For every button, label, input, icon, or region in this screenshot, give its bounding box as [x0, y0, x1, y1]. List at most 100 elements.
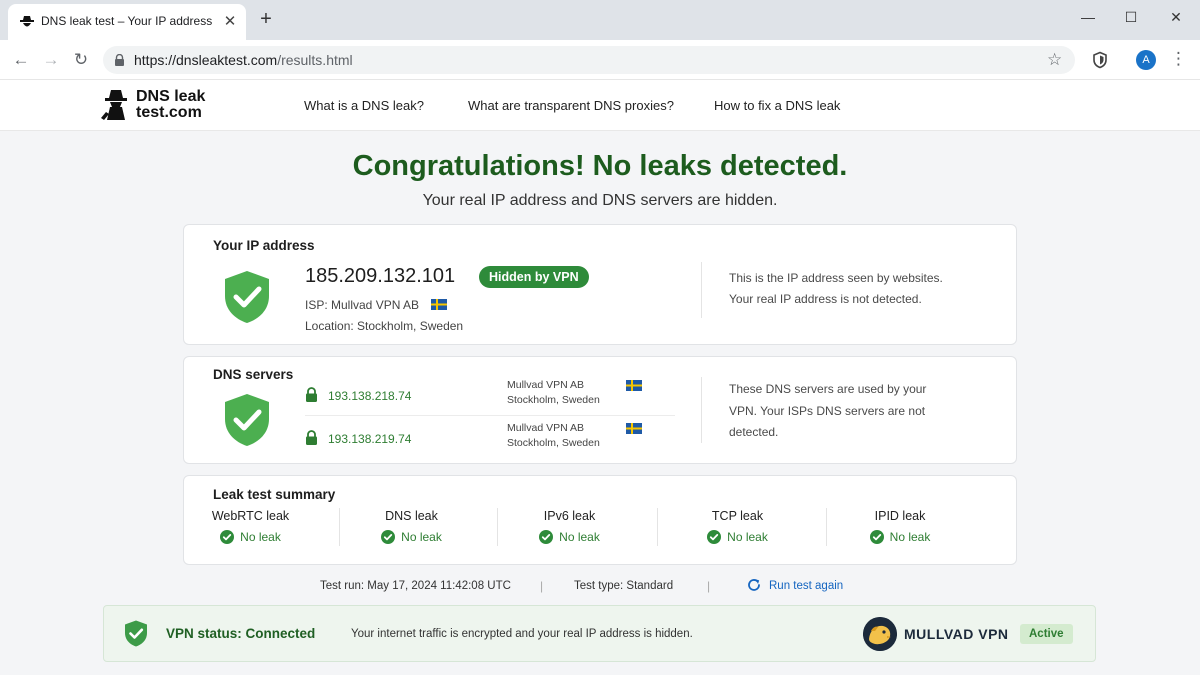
- nav-how-to-fix[interactable]: How to fix a DNS leak: [714, 98, 840, 113]
- leak-status-text: No leak: [889, 530, 931, 544]
- ip-address-value: 185.209.132.101: [305, 265, 456, 287]
- summary-card-title: Leak test summary: [213, 487, 336, 502]
- nav-what-is-dns-leak[interactable]: What is a DNS leak?: [304, 98, 424, 113]
- divider: [826, 508, 827, 546]
- main-content: Congratulations! No leaks detected. Your…: [0, 131, 1200, 675]
- leak-status-text: No leak: [240, 530, 281, 544]
- check-circle-icon: [381, 530, 396, 544]
- dns-card-note: These DNS servers are used by your VPN. …: [729, 379, 926, 444]
- test-run-timestamp: Test run: May 17, 2024 11:42:08 UTC: [320, 580, 511, 592]
- leak-item-webrtc: WebRTC leak No leak: [184, 509, 317, 553]
- tab-title: DNS leak test – Your IP address: [41, 14, 213, 28]
- lock-icon: [306, 387, 317, 402]
- leak-label: WebRTC leak: [211, 509, 290, 523]
- separator: |: [707, 579, 711, 593]
- check-circle-icon: [220, 530, 235, 544]
- leak-status: No leak: [839, 530, 961, 544]
- browser-tab[interactable]: DNS leak test – Your IP address ✕: [8, 4, 246, 40]
- shield-icon[interactable]: [1091, 51, 1109, 69]
- isp-text: ISP: Mullvad VPN AB: [305, 298, 420, 312]
- divider: [339, 508, 340, 546]
- window-close-icon[interactable]: ✕: [1160, 4, 1192, 30]
- leak-status-text: No leak: [727, 530, 768, 544]
- dns-server-ip: 193.138.219.74: [328, 432, 412, 446]
- leak-status-text: No leak: [559, 530, 600, 544]
- divider: [701, 377, 702, 443]
- divider: [305, 415, 675, 416]
- mullvad-brand-name: MULLVAD VPN: [904, 626, 1009, 642]
- dns-servers-card: DNS servers 193.138.218.74 Mullvad VPN A…: [183, 356, 1017, 464]
- kebab-menu-icon[interactable]: ⋮: [1170, 49, 1187, 69]
- run-test-again-link[interactable]: Run test again: [769, 580, 843, 592]
- leak-summary-card: Leak test summary WebRTC leak No leak DN…: [183, 475, 1017, 565]
- dns-org-city: Stockholm, Sweden: [507, 437, 600, 449]
- shield-check-icon: [225, 271, 269, 323]
- close-tab-icon[interactable]: ✕: [221, 13, 239, 31]
- mullvad-mole-logo-icon: [863, 617, 897, 651]
- address-bar[interactable]: https://dnsleaktest.com/results.html ☆: [103, 46, 1075, 74]
- dns-server-provider: Mullvad VPN AB Stockholm, Sweden: [507, 421, 600, 451]
- ip-address-card: Your IP address 185.209.132.101 Hidden b…: [183, 224, 1017, 345]
- back-icon[interactable]: ←: [9, 48, 33, 72]
- dns-org-name: Mullvad VPN AB: [507, 422, 585, 434]
- divider: [701, 262, 702, 318]
- vpn-active-badge: Active: [1020, 624, 1073, 644]
- leak-status: No leak: [507, 530, 632, 544]
- leak-item-dns: DNS leak No leak: [349, 509, 474, 553]
- location-text: Location: Stockholm, Sweden: [305, 319, 464, 333]
- dns-server-ip: 193.138.218.74: [328, 389, 412, 403]
- leak-item-ipv6: IPv6 leak No leak: [507, 509, 632, 553]
- forward-icon[interactable]: →: [39, 48, 63, 72]
- logo-line-2: test.com: [136, 104, 202, 121]
- sweden-flag-icon: [626, 380, 642, 391]
- spy-logo-icon[interactable]: [101, 88, 131, 120]
- star-icon[interactable]: ☆: [1047, 50, 1062, 70]
- sweden-flag-icon: [431, 299, 448, 310]
- logo-line-1: DNS leak: [136, 88, 206, 105]
- nav-transparent-dns-proxies[interactable]: What are transparent DNS proxies?: [468, 98, 674, 113]
- leak-label: TCP leak: [711, 509, 764, 523]
- dns-note-line: VPN. Your ISPs DNS servers are not: [729, 403, 926, 418]
- result-subline: Your real IP address and DNS servers are…: [422, 192, 778, 209]
- isp-line: ISP: Mullvad VPN AB: [305, 298, 448, 312]
- leak-status: No leak: [184, 530, 317, 544]
- url-text: https://dnsleaktest.com/results.html: [134, 52, 353, 68]
- dns-org-name: Mullvad VPN AB: [507, 379, 585, 391]
- refresh-icon[interactable]: [746, 577, 762, 593]
- leak-item-tcp: TCP leak No leak: [674, 509, 801, 553]
- vpn-status-message: Your internet traffic is encrypted and y…: [351, 628, 693, 640]
- site-logo-text[interactable]: DNS leak test.com: [136, 89, 205, 121]
- leak-label: DNS leak: [385, 509, 438, 523]
- leak-status: No leak: [349, 530, 474, 544]
- maximize-icon[interactable]: ☐: [1115, 4, 1147, 30]
- check-circle-icon: [869, 530, 884, 544]
- lock-icon: [115, 54, 124, 66]
- dns-note-line: These DNS servers are used by your: [729, 382, 927, 396]
- ip-card-note: This is the IP address seen by websites.…: [729, 268, 943, 310]
- leak-status-text: No leak: [401, 530, 442, 544]
- check-circle-icon: [539, 530, 554, 544]
- lock-icon: [306, 430, 317, 445]
- browser-toolbar: ← → ↻ https://dnsleaktest.com/results.ht…: [0, 40, 1200, 80]
- dns-card-title: DNS servers: [213, 367, 294, 382]
- site-header: DNS leak test.com What is a DNS leak? Wh…: [0, 81, 1200, 131]
- hidden-by-vpn-badge: Hidden by VPN: [479, 266, 589, 288]
- ip-note-line: This is the IP address seen by websites.: [729, 271, 943, 285]
- browser-tab-strip: DNS leak test – Your IP address ✕ + — ☐ …: [0, 0, 1200, 40]
- shield-check-icon: [225, 394, 269, 446]
- divider: [497, 508, 498, 546]
- ip-note-line: Your real IP address is not detected.: [729, 292, 922, 306]
- result-headline: Congratulations! No leaks detected.: [352, 150, 848, 182]
- avatar[interactable]: A: [1136, 50, 1156, 70]
- dns-note-line: detected.: [729, 425, 779, 439]
- sweden-flag-icon: [626, 423, 642, 434]
- new-tab-button[interactable]: +: [255, 8, 277, 30]
- spy-favicon-icon: [20, 16, 34, 27]
- leak-label: IPID leak: [874, 509, 926, 523]
- reload-icon[interactable]: ↻: [69, 48, 93, 72]
- leak-status: No leak: [674, 530, 801, 544]
- divider: [657, 508, 658, 546]
- minimize-icon[interactable]: —: [1072, 4, 1104, 30]
- vpn-status-bar: VPN status: Connected Your internet traf…: [103, 605, 1096, 662]
- dns-org-city: Stockholm, Sweden: [507, 394, 600, 406]
